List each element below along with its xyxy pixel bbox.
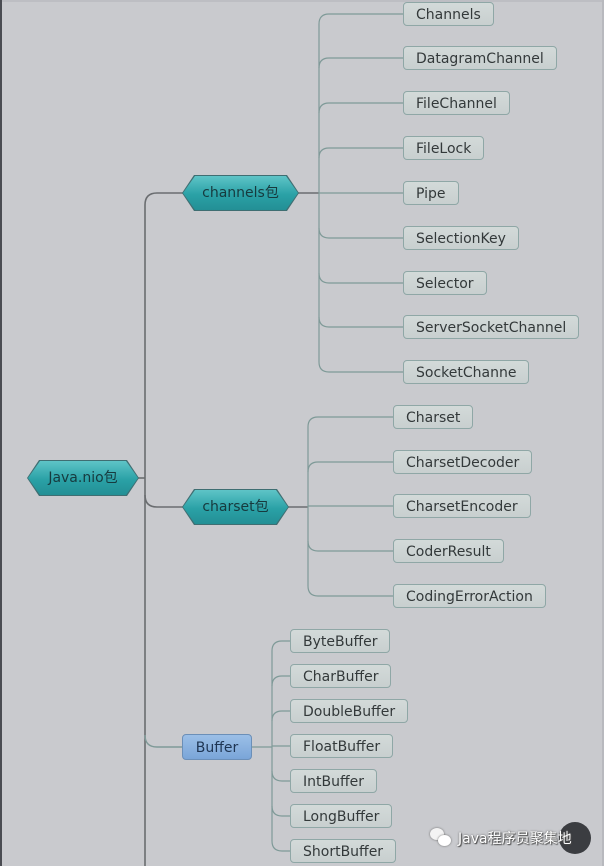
leaf-label: DoubleBuffer xyxy=(303,704,396,720)
leaf-label: ServerSocketChannel xyxy=(416,320,567,336)
leaf-node[interactable]: CharBuffer xyxy=(290,664,392,688)
leaf-node[interactable]: Selector xyxy=(403,271,487,295)
connector-channels-leaf xyxy=(318,227,403,239)
leaf-node[interactable]: DatagramChannel xyxy=(403,46,557,70)
connector-charset-leaf xyxy=(307,416,393,428)
leaf-node[interactable]: Pipe xyxy=(403,181,459,205)
leaf-label: SocketChanne xyxy=(416,365,517,381)
leaf-node[interactable]: SocketChanne xyxy=(403,360,530,384)
leaf-node[interactable]: FileChannel xyxy=(403,91,510,115)
connector-buffer-leaf xyxy=(271,675,290,687)
branch-label: charset包 xyxy=(202,499,269,515)
leaf-node[interactable]: CoderResult xyxy=(393,539,504,563)
leaf-node[interactable]: CodingErrorAction xyxy=(393,584,546,608)
leaf-node[interactable]: FloatBuffer xyxy=(290,734,394,758)
connector-channels-leaf xyxy=(318,316,403,328)
leaf-label: FileLock xyxy=(416,141,472,157)
branch-node-channels[interactable]: channels包 xyxy=(183,176,298,210)
connector-channels-leaf xyxy=(318,147,403,159)
connector-channels-leaf xyxy=(318,13,403,25)
leaf-label: Pipe xyxy=(416,186,446,202)
root-node-label: Java.nio包 xyxy=(48,470,118,486)
connector-charset-leaf xyxy=(307,540,393,552)
leaf-label: CharsetEncoder xyxy=(406,499,518,515)
leaf-node[interactable]: ShortBuffer xyxy=(290,839,397,863)
leaf-node[interactable]: CharsetEncoder xyxy=(393,494,531,518)
root-node[interactable]: Java.nio包 xyxy=(28,461,138,495)
connector-buffer-leaf xyxy=(271,770,290,782)
connector-charset-leaf xyxy=(307,461,393,473)
watermark: Java程序员聚集地 xyxy=(430,823,572,853)
connector-channels-leaf xyxy=(318,272,403,284)
leaf-label: CharBuffer xyxy=(303,669,379,685)
leaf-label: Charset xyxy=(406,410,461,426)
wechat-icon xyxy=(430,828,452,848)
leaf-node[interactable]: IntBuffer xyxy=(290,769,377,793)
connector-trunk-channels xyxy=(144,192,183,866)
connector-channels-leaf xyxy=(318,361,403,373)
leaf-label: FileChannel xyxy=(416,96,497,112)
leaf-label: ShortBuffer xyxy=(303,844,384,860)
branch-node-charset[interactable]: charset包 xyxy=(183,490,288,524)
branch-node-buffer[interactable]: Buffer xyxy=(182,734,252,760)
leaf-label: DatagramChannel xyxy=(416,51,544,67)
leaf-node[interactable]: ByteBuffer xyxy=(290,629,391,653)
leaf-label: Channels xyxy=(416,7,481,23)
leaf-node[interactable]: Charset xyxy=(393,405,474,429)
leaf-label: CodingErrorAction xyxy=(406,589,533,605)
watermark-text: Java程序员聚集地 xyxy=(458,831,572,847)
branch-label: channels包 xyxy=(202,185,279,201)
connector-buffer-leaf xyxy=(271,805,290,817)
leaf-node[interactable]: Channels xyxy=(403,2,494,26)
leaf-label: CoderResult xyxy=(406,544,491,560)
leaf-label: IntBuffer xyxy=(303,774,364,790)
leaf-label: LongBuffer xyxy=(303,809,380,825)
connector-buffer-leaf xyxy=(271,840,290,852)
connector-buffer-leaf xyxy=(271,710,290,722)
connector-trunk-charset xyxy=(144,494,183,508)
leaf-label: ByteBuffer xyxy=(303,634,378,650)
branch-label: Buffer xyxy=(195,740,239,756)
leaf-node[interactable]: ServerSocketChannel xyxy=(403,315,580,339)
leaf-node[interactable]: FileLock xyxy=(403,136,485,160)
connector-channels-leaf xyxy=(318,102,403,114)
connector-channels-leaf xyxy=(318,57,403,69)
leaf-label: Selector xyxy=(416,276,474,292)
leaf-label: SelectionKey xyxy=(416,231,506,247)
leaf-node[interactable]: CharsetDecoder xyxy=(393,450,533,474)
leaf-label: FloatBuffer xyxy=(303,739,381,755)
leaf-label: CharsetDecoder xyxy=(406,455,520,471)
leaf-node[interactable]: DoubleBuffer xyxy=(290,699,409,723)
leaf-node[interactable]: LongBuffer xyxy=(290,804,393,828)
leaf-node[interactable]: SelectionKey xyxy=(403,226,519,250)
connector-buffer-leaf xyxy=(271,640,290,652)
connector-trunk-buffer xyxy=(144,734,182,748)
connector-charset-leaf xyxy=(307,585,393,597)
